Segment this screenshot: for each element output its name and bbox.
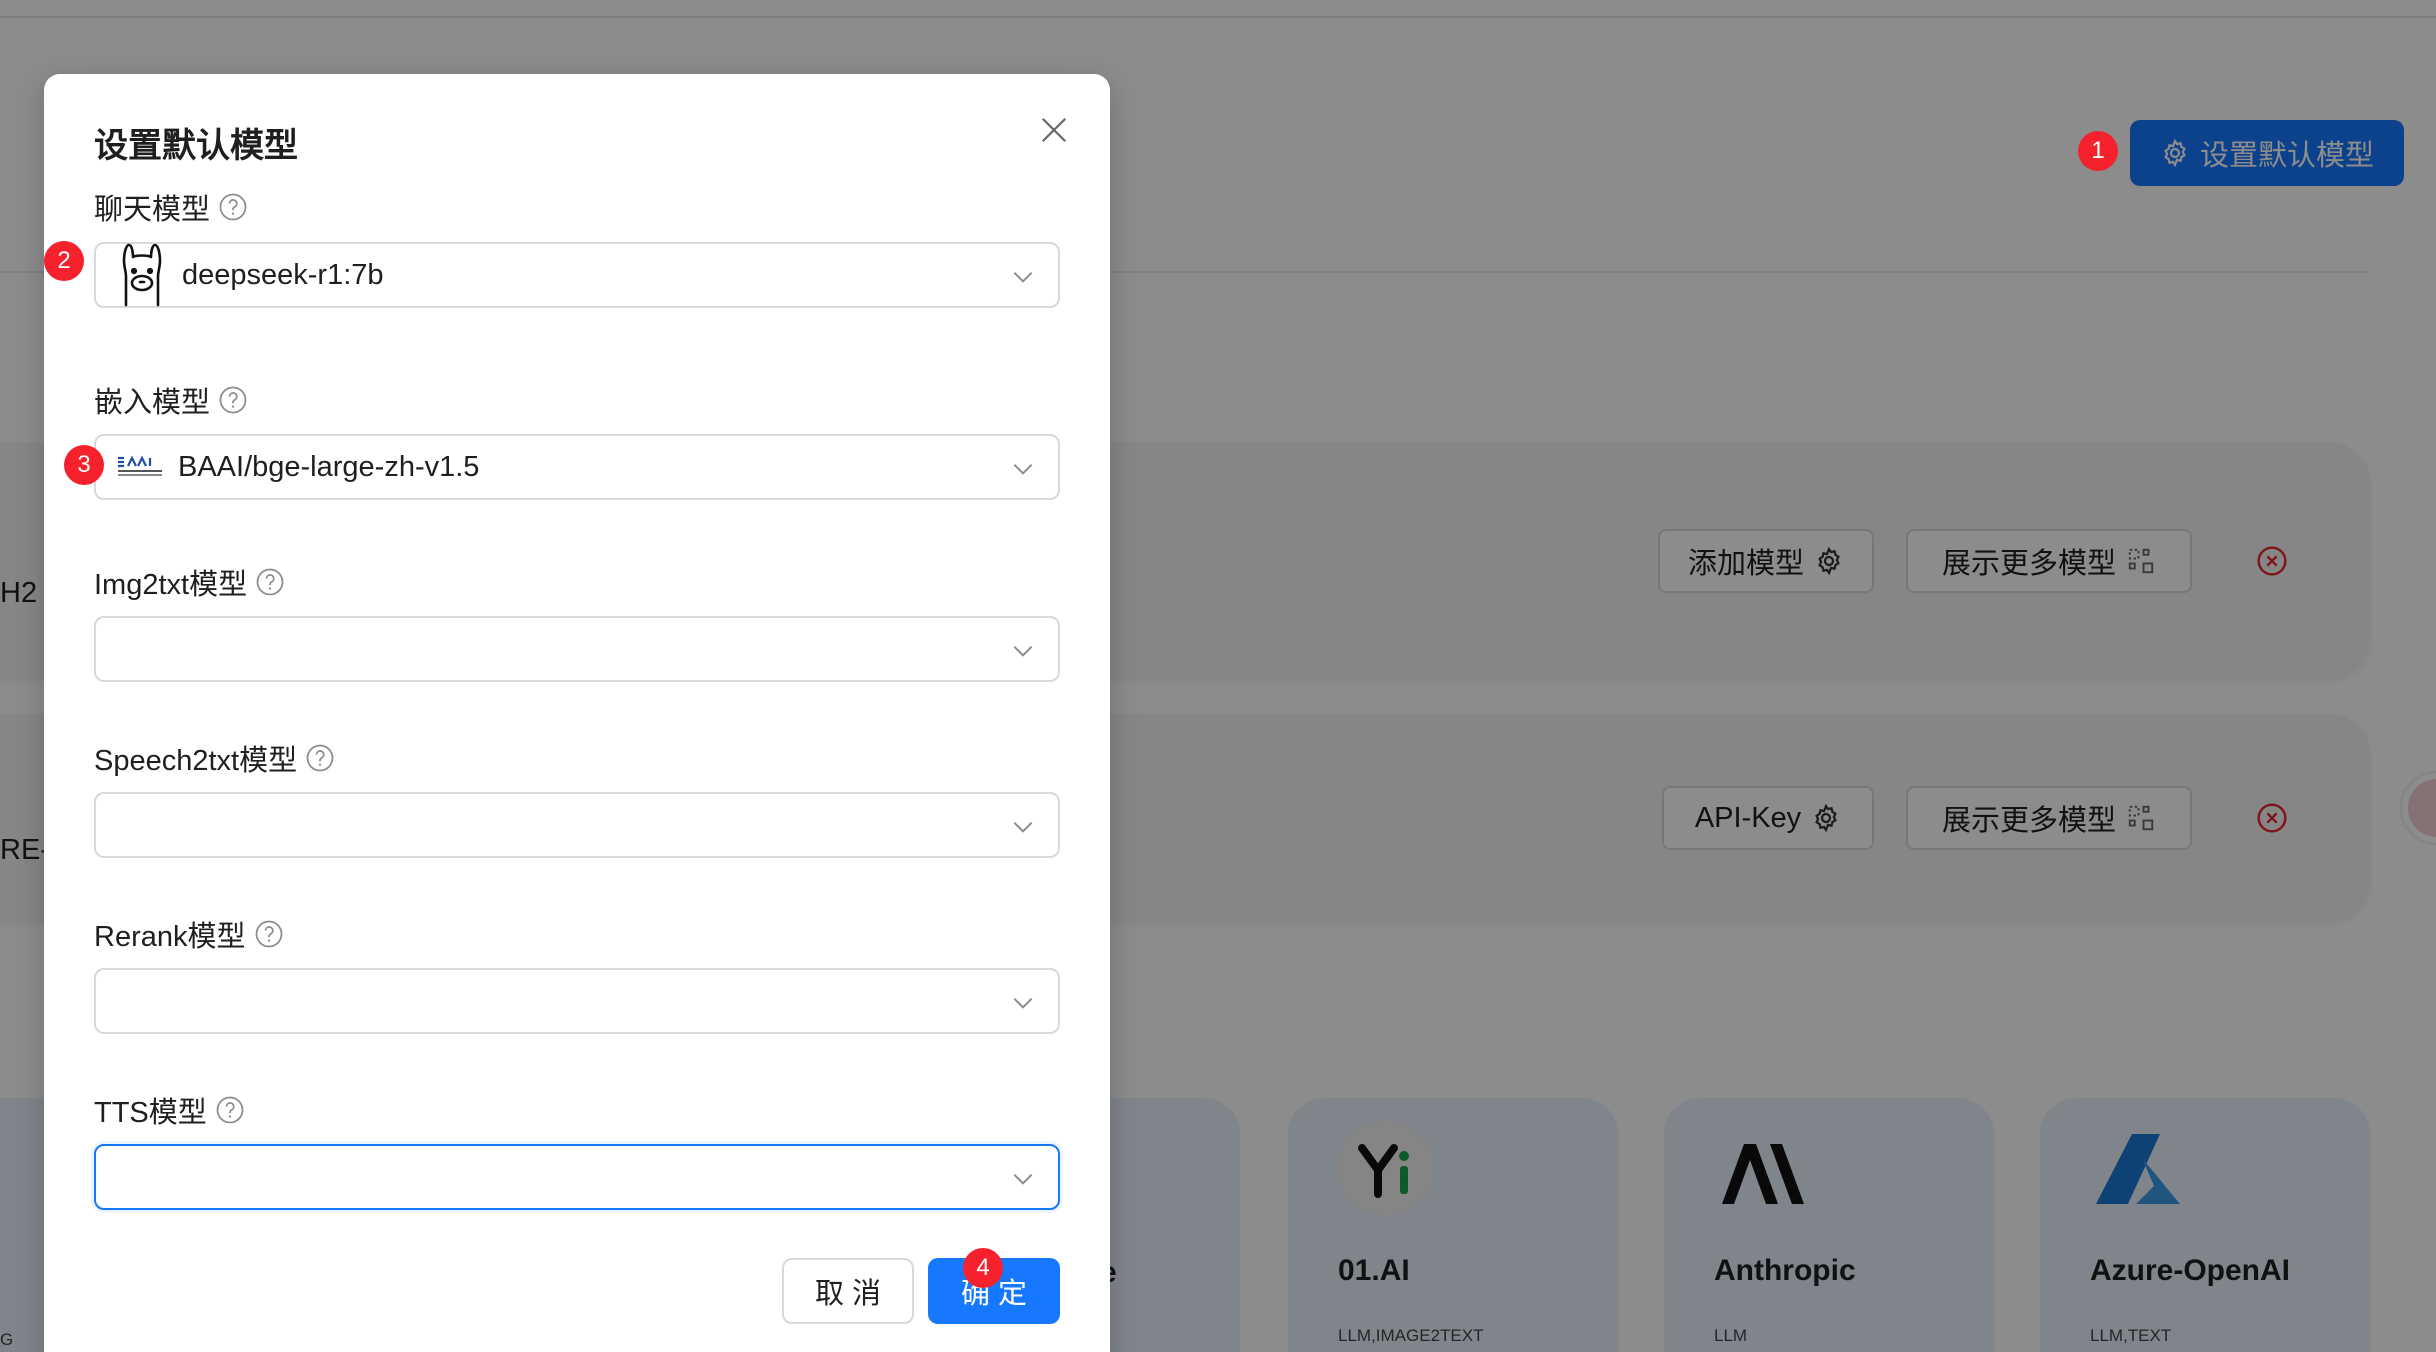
img2txt-model-label: Img2txt模型 xyxy=(94,561,285,603)
rerank-model-label-text: Rerank模型 xyxy=(94,921,246,953)
embedding-model-label-text: 嵌入模型 xyxy=(94,387,211,419)
img2txt-model-select[interactable] xyxy=(94,616,1060,682)
close-icon xyxy=(1042,118,1066,142)
img2txt-model-label-text: Img2txt模型 xyxy=(94,569,248,601)
chat-model-label: 聊天模型 xyxy=(94,186,248,228)
baai-logo xyxy=(116,455,164,479)
step-badge-2: 2 xyxy=(44,241,84,281)
tts-model-label-text: TTS模型 xyxy=(94,1097,207,1129)
chevron-down-icon xyxy=(1013,997,1033,1009)
help-icon[interactable] xyxy=(255,567,285,597)
help-icon[interactable] xyxy=(218,192,248,222)
chat-model-select[interactable]: deepseek-r1:7b xyxy=(94,242,1060,308)
dialog-title: 设置默认模型 xyxy=(94,127,298,165)
help-icon[interactable] xyxy=(254,919,284,949)
speech2txt-model-select[interactable] xyxy=(94,792,1060,858)
help-icon[interactable] xyxy=(215,1095,245,1125)
cancel-button[interactable]: 取 消 xyxy=(782,1258,914,1324)
tts-model-select[interactable] xyxy=(94,1144,1060,1210)
embedding-model-value: BAAI/bge-large-zh-v1.5 xyxy=(178,450,480,483)
chat-model-label-text: 聊天模型 xyxy=(94,194,211,226)
help-icon[interactable] xyxy=(305,743,335,773)
chat-model-value: deepseek-r1:7b xyxy=(182,258,384,291)
rerank-model-label: Rerank模型 xyxy=(94,913,284,955)
step-badge-1: 1 xyxy=(2078,131,2118,171)
speech2txt-model-label: Speech2txt模型 xyxy=(94,737,335,779)
embedding-model-label: 嵌入模型 xyxy=(94,379,248,421)
step-badge-4: 4 xyxy=(963,1248,1003,1288)
chevron-down-icon xyxy=(1013,271,1033,283)
chevron-down-icon xyxy=(1013,463,1033,475)
chevron-down-icon xyxy=(1013,821,1033,833)
ollama-llama-icon xyxy=(116,243,168,307)
tts-model-label: TTS模型 xyxy=(94,1089,245,1131)
set-default-model-dialog: 设置默认模型 聊天模型 deepseek-r1:7b 嵌入模型 BAAI/bge… xyxy=(44,74,1110,1352)
close-button[interactable] xyxy=(1034,110,1074,150)
chevron-down-icon xyxy=(1013,645,1033,657)
embedding-model-select[interactable]: BAAI/bge-large-zh-v1.5 xyxy=(94,434,1060,500)
step-badge-3: 3 xyxy=(64,445,104,485)
speech2txt-model-label-text: Speech2txt模型 xyxy=(94,745,298,777)
help-icon[interactable] xyxy=(218,385,248,415)
rerank-model-select[interactable] xyxy=(94,968,1060,1034)
chevron-down-icon xyxy=(1013,1173,1033,1185)
